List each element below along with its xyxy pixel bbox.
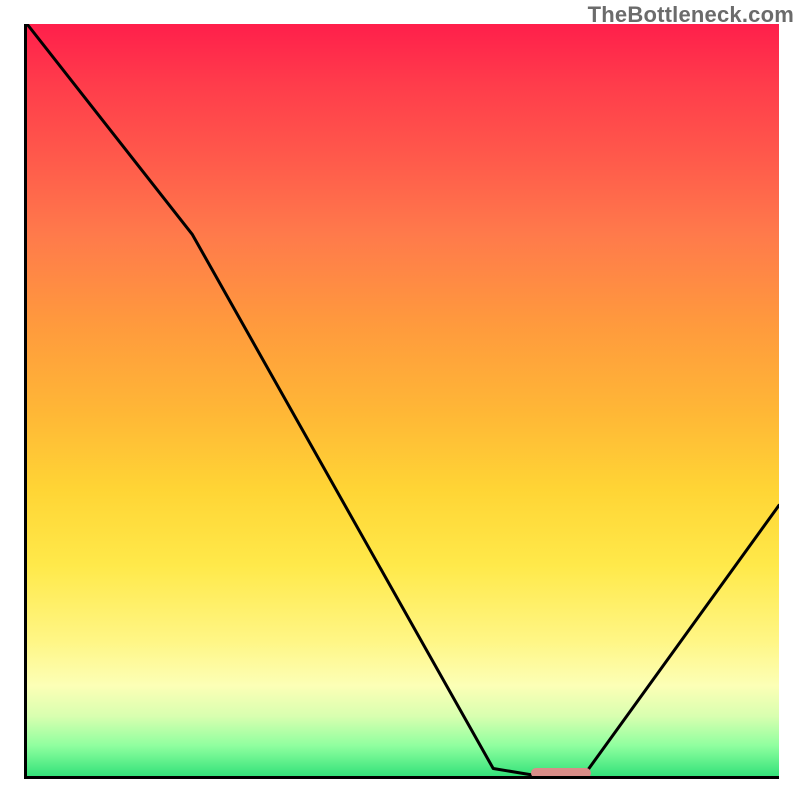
plot-area bbox=[24, 24, 779, 779]
bottleneck-chart: TheBottleneck.com bbox=[0, 0, 800, 800]
optimal-marker bbox=[531, 768, 591, 778]
curve-svg bbox=[27, 24, 779, 776]
watermark-text: TheBottleneck.com bbox=[588, 2, 794, 28]
bottleneck-curve-path bbox=[27, 24, 779, 776]
